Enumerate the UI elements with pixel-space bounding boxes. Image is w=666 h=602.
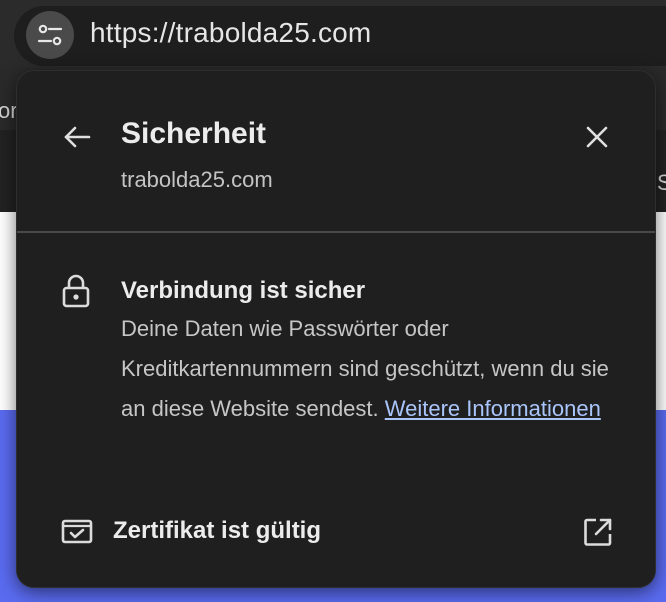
site-settings-button[interactable]: [26, 11, 74, 59]
address-bar: https://trabolda25.com: [0, 0, 666, 68]
url-text[interactable]: https://trabolda25.com: [90, 17, 371, 49]
lock-icon: [61, 274, 91, 308]
bookmark-fragment: or: [0, 98, 18, 123]
close-button[interactable]: [577, 117, 617, 157]
open-in-new-icon[interactable]: [583, 517, 613, 547]
page-header-fragment: S: [657, 170, 666, 195]
popup-domain: trabolda25.com: [121, 167, 273, 192]
certificate-check-icon: [61, 518, 93, 546]
tune-icon: [37, 24, 63, 46]
close-icon: [586, 126, 608, 148]
certificate-row[interactable]: Zertifikat ist gültig: [17, 499, 655, 565]
popup-title: Sicherheit: [121, 117, 267, 150]
arrow-back-icon: [64, 126, 91, 148]
divider: [17, 231, 655, 233]
security-popup: Sicherheit trabolda25.com Verbindung ist…: [16, 70, 656, 588]
certificate-label: Zertifikat ist gültig: [113, 517, 322, 544]
connection-status-description: Deine Daten wie Passwörter oder Kreditka…: [121, 309, 631, 429]
back-button[interactable]: [57, 117, 97, 157]
connection-status-heading: Verbindung ist sicher: [121, 277, 366, 304]
learn-more-link[interactable]: Weitere Informationen: [385, 396, 601, 421]
